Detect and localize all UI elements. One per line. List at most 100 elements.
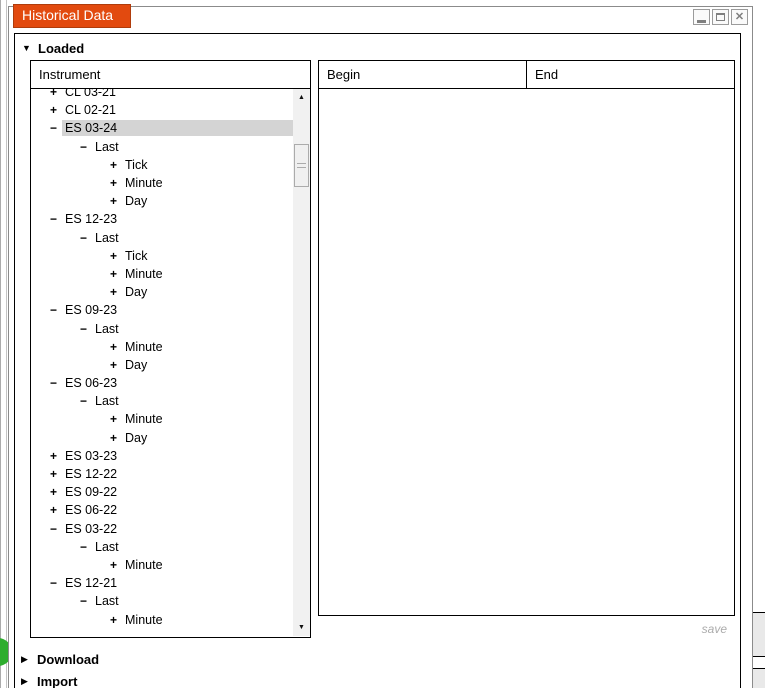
tree-item-es-03-23[interactable]: + ES 03-23 (31, 447, 293, 465)
tree-item-last[interactable]: − Last (31, 319, 293, 337)
background-window-left-border (0, 0, 1, 688)
tree-item-label: Day (125, 194, 148, 209)
tree-item-label: Last (95, 230, 119, 245)
tree-item-label: ES 12-23 (65, 212, 118, 227)
tree-item-es-06-22[interactable]: + ES 06-22 (31, 501, 293, 519)
tree-item-es-12-23[interactable]: − ES 12-23 (31, 210, 293, 228)
collapse-icon[interactable]: − (50, 376, 62, 390)
tree-item-es-12-21[interactable]: − ES 12-21 (31, 574, 293, 592)
tree-item-cl-02-21[interactable]: + CL 02-21 (31, 101, 293, 119)
window-title-tab[interactable]: Historical Data (13, 4, 131, 28)
tree-item-tick[interactable]: + Tick (31, 156, 293, 174)
tree-item-tick[interactable]: + Tick (31, 247, 293, 265)
expander-download[interactable]: ▶ Download (21, 650, 99, 668)
close-button[interactable]: ✕ (731, 9, 748, 25)
collapse-icon[interactable]: − (50, 576, 62, 590)
expand-icon[interactable]: + (110, 340, 122, 354)
collapse-icon[interactable]: − (50, 522, 62, 536)
historical-data-window: Historical Data ✕ ▼ Loaded Instrument + C… (8, 4, 753, 688)
collapse-icon[interactable]: − (80, 394, 92, 408)
scroll-down-icon: ▼ (298, 624, 305, 631)
expand-icon[interactable]: + (110, 358, 122, 372)
data-column-headers: Begin End (319, 61, 734, 89)
tree-item-es-03-24[interactable]: − ES 03-24 (31, 119, 293, 137)
tree-item-label: Tick (125, 248, 148, 263)
collapse-icon[interactable]: − (80, 594, 92, 608)
tree-item-last[interactable]: − Last (31, 538, 293, 556)
collapse-icon[interactable]: − (50, 303, 62, 317)
expand-icon[interactable]: + (50, 103, 62, 117)
tree-item-label: CL 03-21 (65, 89, 116, 100)
tree-item-label: ES 09-22 (65, 485, 118, 500)
tree-item-es-03-22[interactable]: − ES 03-22 (31, 520, 293, 538)
tree-item-es-09-23[interactable]: − ES 09-23 (31, 301, 293, 319)
expander-loaded[interactable]: ▼ Loaded (22, 39, 84, 57)
begin-column-header[interactable]: Begin (319, 61, 527, 88)
tree-item-minute[interactable]: + Minute (31, 265, 293, 283)
collapse-icon[interactable]: − (80, 540, 92, 554)
tree-item-day[interactable]: + Day (31, 356, 293, 374)
collapse-icon[interactable]: − (80, 322, 92, 336)
tree-item-label: Day (125, 357, 148, 372)
expand-icon[interactable]: + (110, 249, 122, 263)
maximize-button[interactable] (712, 9, 729, 25)
expand-icon[interactable]: + (110, 412, 122, 426)
minimize-button[interactable] (693, 9, 710, 25)
tree-scrollbar[interactable]: ▲ ▼ (293, 89, 310, 636)
save-link[interactable]: save (318, 622, 735, 636)
tree-item-minute[interactable]: + Minute (31, 556, 293, 574)
tree-item-label: Last (95, 394, 119, 409)
tree-item-day[interactable]: + Day (31, 429, 293, 447)
tree-item-es-06-23[interactable]: − ES 06-23 (31, 374, 293, 392)
expand-icon[interactable]: + (110, 267, 122, 281)
scroll-up-button[interactable]: ▲ (293, 89, 310, 106)
expand-icon[interactable]: + (110, 431, 122, 445)
tree-item-last[interactable]: − Last (31, 229, 293, 247)
collapse-icon[interactable]: − (50, 121, 62, 135)
tree-item-label: CL 02-21 (65, 103, 116, 118)
expand-icon[interactable]: + (110, 176, 122, 190)
collapse-icon[interactable]: − (80, 140, 92, 154)
tree-item-label: Last (95, 321, 119, 336)
expander-import-label: Import (37, 673, 78, 688)
tree-item-day[interactable]: + Day (31, 192, 293, 210)
tree-item-cl-03-21[interactable]: + CL 03-21 (31, 89, 293, 101)
expand-icon[interactable]: + (50, 503, 62, 517)
expand-icon[interactable]: + (110, 194, 122, 208)
tree-item-label: ES 06-23 (65, 376, 118, 391)
window-controls: ✕ (693, 9, 748, 25)
tree-item-label: Day (125, 285, 148, 300)
tree-item-minute[interactable]: + Minute (31, 610, 293, 628)
tree-item-label: Minute (125, 339, 163, 354)
expand-icon[interactable]: + (110, 558, 122, 572)
expand-icon[interactable]: + (50, 449, 62, 463)
scroll-up-icon: ▲ (298, 94, 305, 101)
collapse-icon[interactable]: − (50, 212, 62, 226)
triangle-down-icon: ▼ (22, 43, 31, 53)
tree-item-label: Minute (125, 557, 163, 572)
expand-icon[interactable]: + (110, 158, 122, 172)
collapse-icon[interactable]: − (80, 231, 92, 245)
tree-item-last[interactable]: − Last (31, 592, 293, 610)
expand-icon[interactable]: + (110, 285, 122, 299)
tree-item-last[interactable]: − Last (31, 392, 293, 410)
tree-item-label: Last (95, 594, 119, 609)
tree-item-label: ES 12-21 (65, 576, 118, 591)
tree-item-minute[interactable]: + Minute (31, 174, 293, 192)
tree-item-minute[interactable]: + Minute (31, 338, 293, 356)
scroll-down-button[interactable]: ▼ (293, 619, 310, 636)
expand-icon[interactable]: + (50, 89, 62, 99)
tree-item-es-12-22[interactable]: + ES 12-22 (31, 465, 293, 483)
tree-item-day[interactable]: + Day (31, 283, 293, 301)
end-column-header[interactable]: End (527, 61, 734, 88)
expand-icon[interactable]: + (50, 485, 62, 499)
tree-item-label: ES 06-22 (65, 503, 118, 518)
expander-import[interactable]: ▶ Import (21, 672, 77, 688)
expand-icon[interactable]: + (50, 467, 62, 481)
minimize-icon (697, 20, 706, 23)
scrollbar-thumb[interactable] (294, 144, 309, 187)
tree-item-minute[interactable]: + Minute (31, 410, 293, 428)
tree-item-es-09-22[interactable]: + ES 09-22 (31, 483, 293, 501)
tree-item-last[interactable]: − Last (31, 138, 293, 156)
expand-icon[interactable]: + (110, 613, 122, 627)
